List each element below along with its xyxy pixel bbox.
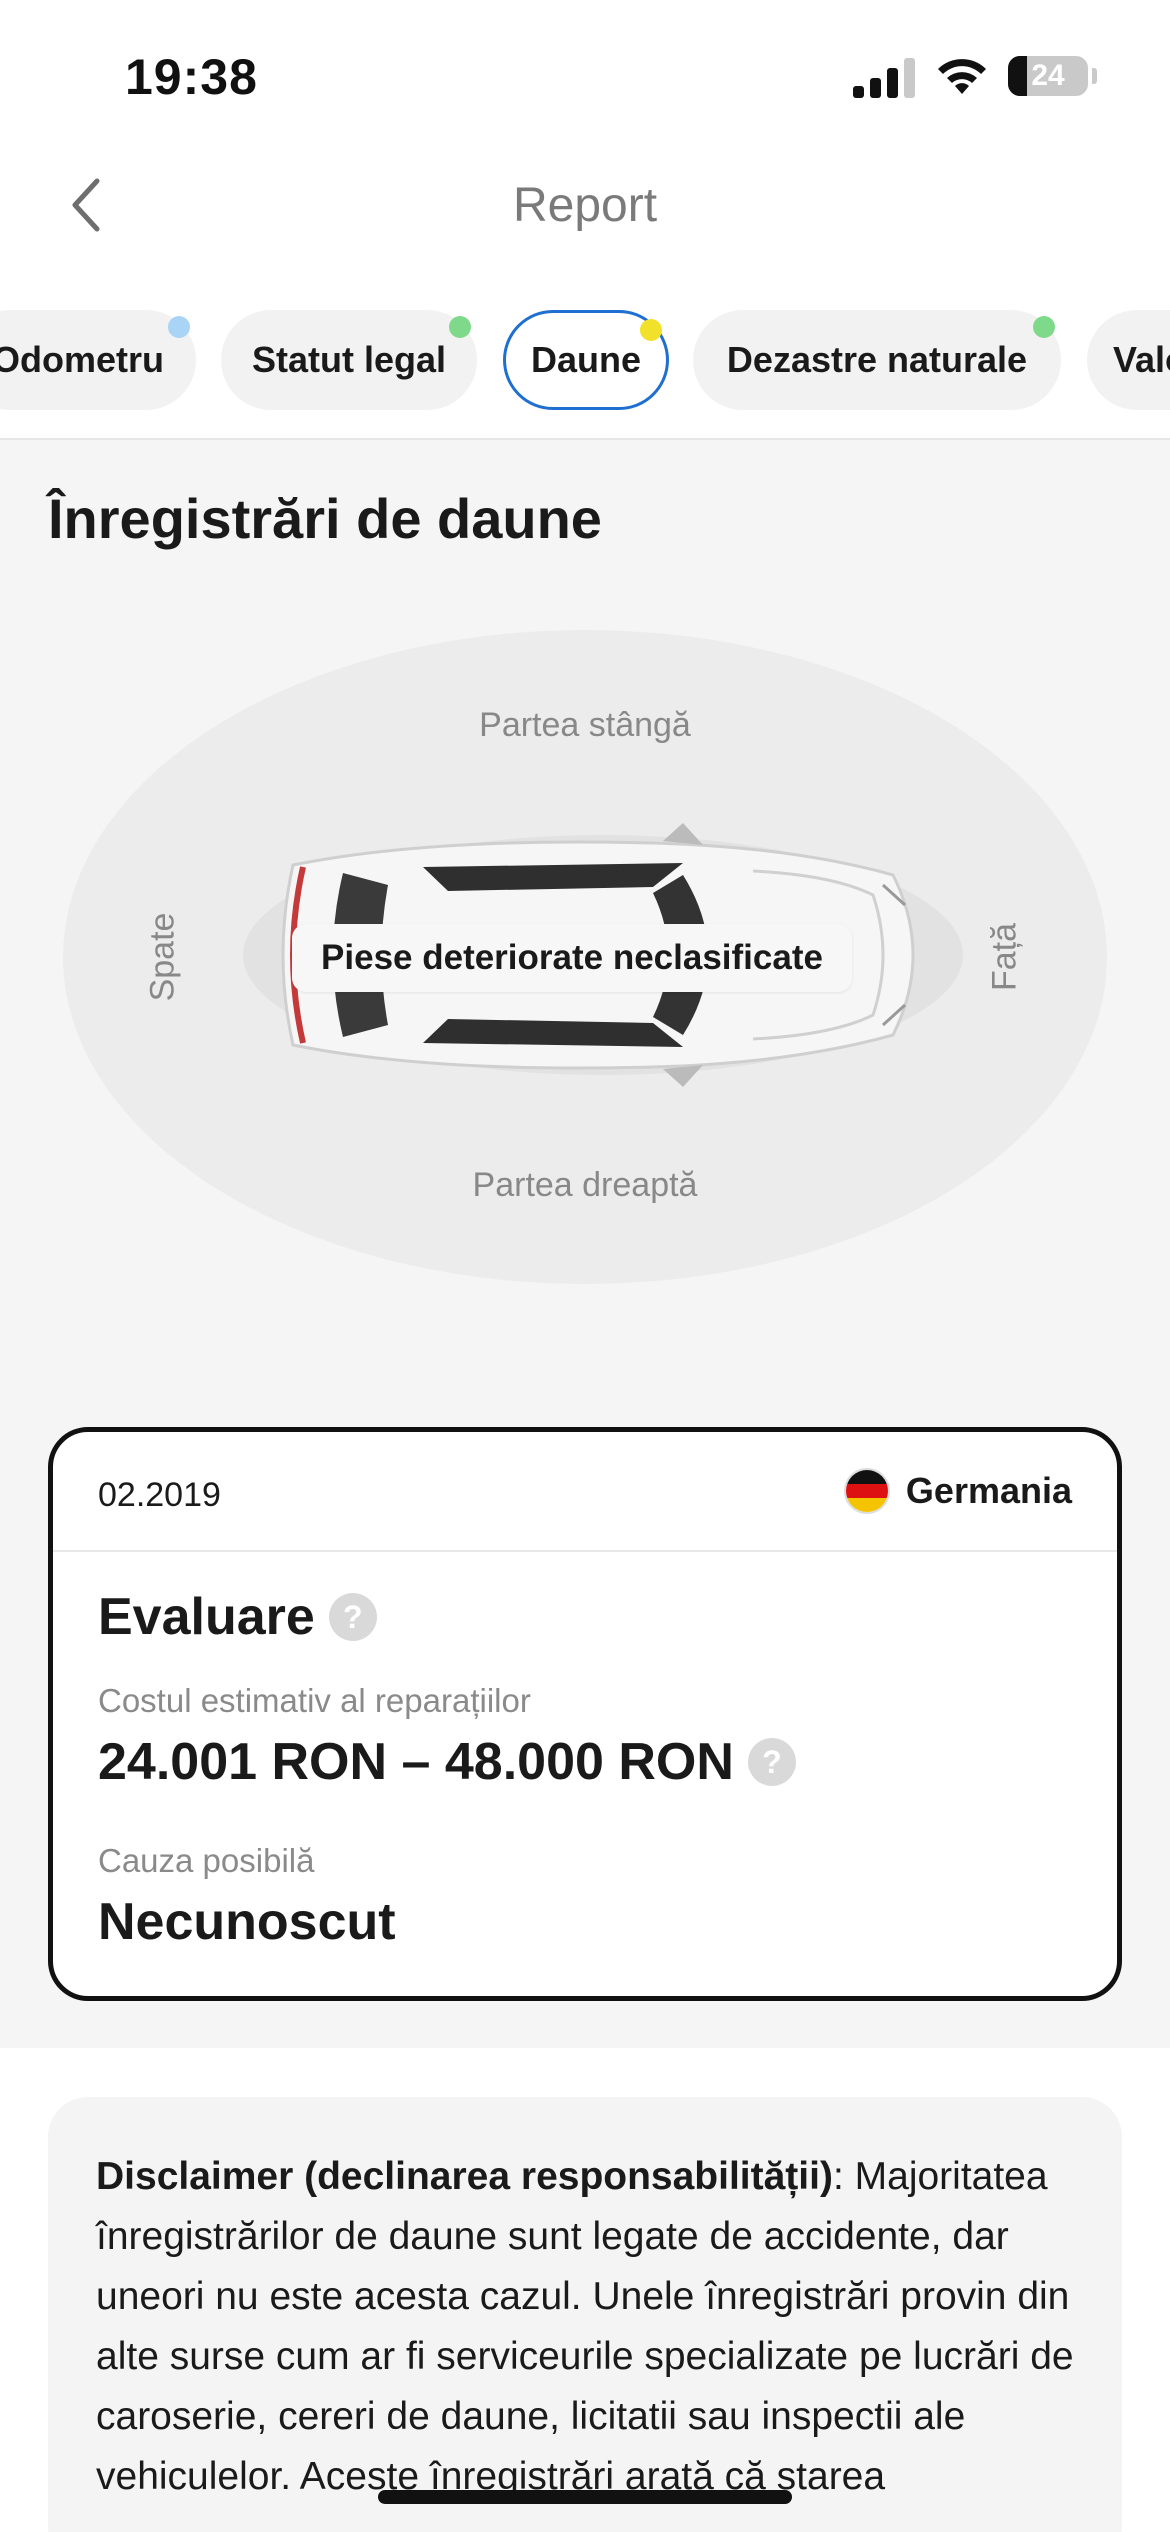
status-dot	[640, 319, 662, 341]
help-icon[interactable]: ?	[747, 1738, 796, 1786]
cause-label: Cauza posibilă	[98, 1842, 315, 1879]
disclaimer-title: Disclaimer (declinarea responsabilității…	[96, 2155, 833, 2198]
disclaimer-text: Disclaimer (declinarea responsabilității…	[96, 2147, 1074, 2507]
tab-valoare[interactable]: Valoare	[1087, 310, 1170, 410]
tab-label: Daune	[530, 339, 642, 380]
card-divider	[53, 1550, 1117, 1552]
status-bar: 19:38 24	[0, 0, 1170, 150]
page-title: Report	[512, 179, 658, 232]
help-icon[interactable]: ?	[328, 1593, 377, 1641]
label-right-side: Partea dreaptă	[472, 1166, 698, 1204]
damage-label[interactable]: Piese deteriorate neclasificate	[292, 924, 852, 992]
section-title: Înregistrări de daune	[48, 487, 602, 550]
home-indicator	[378, 2490, 792, 2504]
battery-level: 24	[1031, 59, 1065, 92]
cost-label: Costul estimativ al reparațiilor	[98, 1682, 531, 1719]
wifi-icon	[938, 59, 986, 94]
cost-value-text: 24.001 RON – 48.000 RON	[98, 1733, 734, 1791]
germany-flag-icon	[843, 1468, 890, 1514]
cost-value: 24.001 RON – 48.000 RON ?	[98, 1732, 796, 1792]
status-dot	[1033, 316, 1055, 338]
tab-label: Odometru	[0, 339, 164, 380]
cellular-signal-icon	[853, 58, 915, 98]
cause-value: Necunoscut	[98, 1893, 396, 1951]
label-left-side: Partea stângă	[479, 706, 691, 744]
record-date: 02.2019	[98, 1476, 221, 1514]
disclaimer-separator: :	[832, 2155, 844, 2198]
tab-dezastre-naturale[interactable]: Dezastre naturale	[693, 310, 1061, 410]
label-rear: Spate	[143, 912, 182, 1002]
status-dot	[168, 316, 190, 338]
status-dot	[449, 316, 471, 338]
battery-tip	[1092, 68, 1097, 84]
tab-label: Valoare	[1113, 339, 1170, 380]
tab-odometru[interactable]: Odometru	[0, 310, 196, 410]
record-country: Germania	[843, 1468, 1072, 1514]
battery-icon: 24	[1008, 56, 1088, 96]
disclaimer-card: Disclaimer (declinarea responsabilității…	[48, 2097, 1122, 2532]
country-name: Germania	[905, 1470, 1072, 1511]
top-area: 19:38 24 Report Odometru Statut legal Da…	[0, 0, 1170, 440]
evaluation-title: Evaluare ?	[98, 1587, 377, 1647]
damage-diagram: Partea stângă Partea dreaptă Spate Față …	[63, 630, 1107, 1284]
status-time: 19:38	[125, 49, 258, 105]
tab-daune[interactable]: Daune	[503, 310, 669, 410]
disclaimer-body: Majoritatea înregistrărilor de daune sun…	[96, 2155, 1074, 2498]
tab-statut-legal[interactable]: Statut legal	[221, 310, 477, 410]
tab-label: Statut legal	[251, 339, 447, 380]
label-front: Față	[985, 922, 1024, 992]
damage-record-card[interactable]: 02.2019 Germania Evaluare ? Costul estim…	[48, 1427, 1122, 2001]
tab-label: Dezastre naturale	[726, 339, 1028, 380]
evaluation-title-text: Evaluare	[98, 1588, 315, 1646]
category-tabs: Odometru Statut legal Daune Dezastre nat…	[0, 310, 1170, 410]
